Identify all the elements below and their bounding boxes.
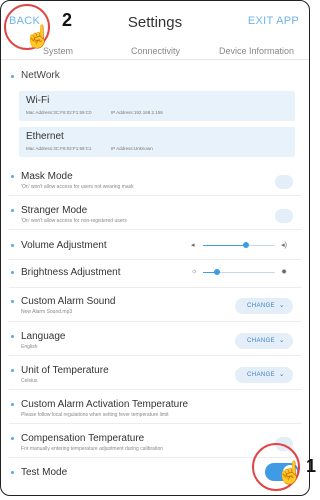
change-label: CHANGE — [247, 372, 276, 378]
alarm-temp-desc: Please follow local regulations when set… — [21, 412, 169, 418]
stranger-mode-label: Stranger Mode — [21, 205, 88, 216]
change-label: CHANGE — [247, 338, 276, 344]
bullet-icon — [11, 403, 14, 406]
bullet-icon — [11, 209, 14, 212]
temp-unit-label: Unit of Temperature — [21, 365, 109, 376]
bullet-icon — [11, 300, 14, 303]
volume-high-icon: ◂) — [281, 242, 287, 249]
brightness-slider[interactable]: ☼ ✹ — [191, 268, 287, 278]
volume-label: Volume Adjustment — [21, 240, 107, 251]
stranger-mode-desc: 'On' won't allow access for non-register… — [21, 218, 127, 224]
divider — [9, 195, 301, 196]
tab-divider — [1, 59, 309, 60]
pointing-hand-icon: ☝ — [24, 24, 52, 49]
exit-app-button[interactable]: EXIT APP — [248, 15, 299, 27]
brightness-low-icon: ☼ — [191, 268, 198, 275]
language-value: English — [21, 344, 38, 350]
brightness-high-icon: ✹ — [281, 269, 287, 276]
bullet-icon — [11, 75, 14, 78]
step-number-1: 1 — [306, 456, 317, 476]
compensation-label: Compensation Temperature — [21, 433, 145, 444]
mask-mode-desc: 'On' won't allow access for users not we… — [21, 184, 134, 190]
slider-fill — [203, 245, 247, 246]
ethernet-ip: IP Address:Unknown — [111, 146, 153, 151]
chevron-down-icon: ⌄ — [278, 302, 285, 309]
bullet-icon — [11, 437, 14, 440]
volume-low-icon: ◂ — [191, 242, 195, 249]
ethernet-card[interactable]: Ethernet Mac Address:3C:F8:02:F1:59:C1 I… — [19, 127, 295, 157]
alarm-sound-change-button[interactable]: CHANGE ⌄ — [235, 298, 293, 314]
mask-mode-label: Mask Mode — [21, 171, 73, 182]
alarm-sound-value: New Alarm Sound.mp3 — [21, 309, 73, 315]
divider — [9, 229, 301, 230]
bullet-icon — [11, 271, 14, 274]
bullet-icon — [11, 471, 14, 474]
stranger-mode-toggle[interactable] — [275, 209, 293, 223]
change-label: CHANGE — [247, 303, 276, 309]
tab-device-information[interactable]: Device Information — [219, 46, 294, 56]
language-label: Language — [21, 331, 66, 342]
volume-slider[interactable]: ◂ ◂) — [191, 241, 287, 251]
mask-mode-toggle[interactable] — [275, 175, 293, 189]
network-label: NetWork — [21, 70, 60, 81]
slider-thumb[interactable] — [243, 242, 250, 248]
bullet-icon — [11, 369, 14, 372]
bullet-icon — [11, 175, 14, 178]
wifi-card[interactable]: Wi-Fi Mac Address:3C:F8:02:F1:59:C0 IP A… — [19, 91, 295, 121]
divider — [9, 321, 301, 322]
tab-connectivity[interactable]: Connectivity — [131, 46, 180, 56]
wifi-name: Wi-Fi — [26, 95, 50, 106]
divider — [9, 259, 301, 260]
chevron-down-icon: ⌄ — [278, 337, 285, 344]
alarm-temp-label: Custom Alarm Activation Temperature — [21, 399, 189, 410]
temp-unit-change-button[interactable]: CHANGE ⌄ — [235, 367, 293, 383]
temp-unit-value: Celsius — [21, 378, 38, 384]
wifi-ip: IP Address:192.168.2.158 — [111, 110, 163, 115]
divider — [9, 389, 301, 390]
divider — [9, 423, 301, 424]
chevron-down-icon: ⌄ — [278, 371, 285, 378]
settings-screen: BACK Settings EXIT APP System Connectivi… — [0, 0, 310, 496]
wifi-mac: Mac Address:3C:F8:02:F1:59:C0 — [26, 110, 92, 115]
test-mode-label: Test Mode — [21, 467, 68, 478]
divider — [9, 355, 301, 356]
brightness-label: Brightness Adjustment — [21, 267, 121, 278]
step-number-2: 2 — [62, 10, 73, 30]
ethernet-mac: Mac Address:3C:F8:02:F1:59:C1 — [26, 146, 92, 151]
compensation-desc: For manually entering temperature adjust… — [21, 446, 164, 452]
ethernet-name: Ethernet — [26, 131, 64, 142]
bullet-icon — [11, 244, 14, 247]
bullet-icon — [11, 335, 14, 338]
divider — [9, 287, 301, 288]
slider-thumb[interactable] — [214, 269, 221, 275]
alarm-sound-label: Custom Alarm Sound — [21, 296, 116, 307]
language-change-button[interactable]: CHANGE ⌄ — [235, 333, 293, 349]
pointing-hand-icon: ☝ — [276, 460, 304, 485]
